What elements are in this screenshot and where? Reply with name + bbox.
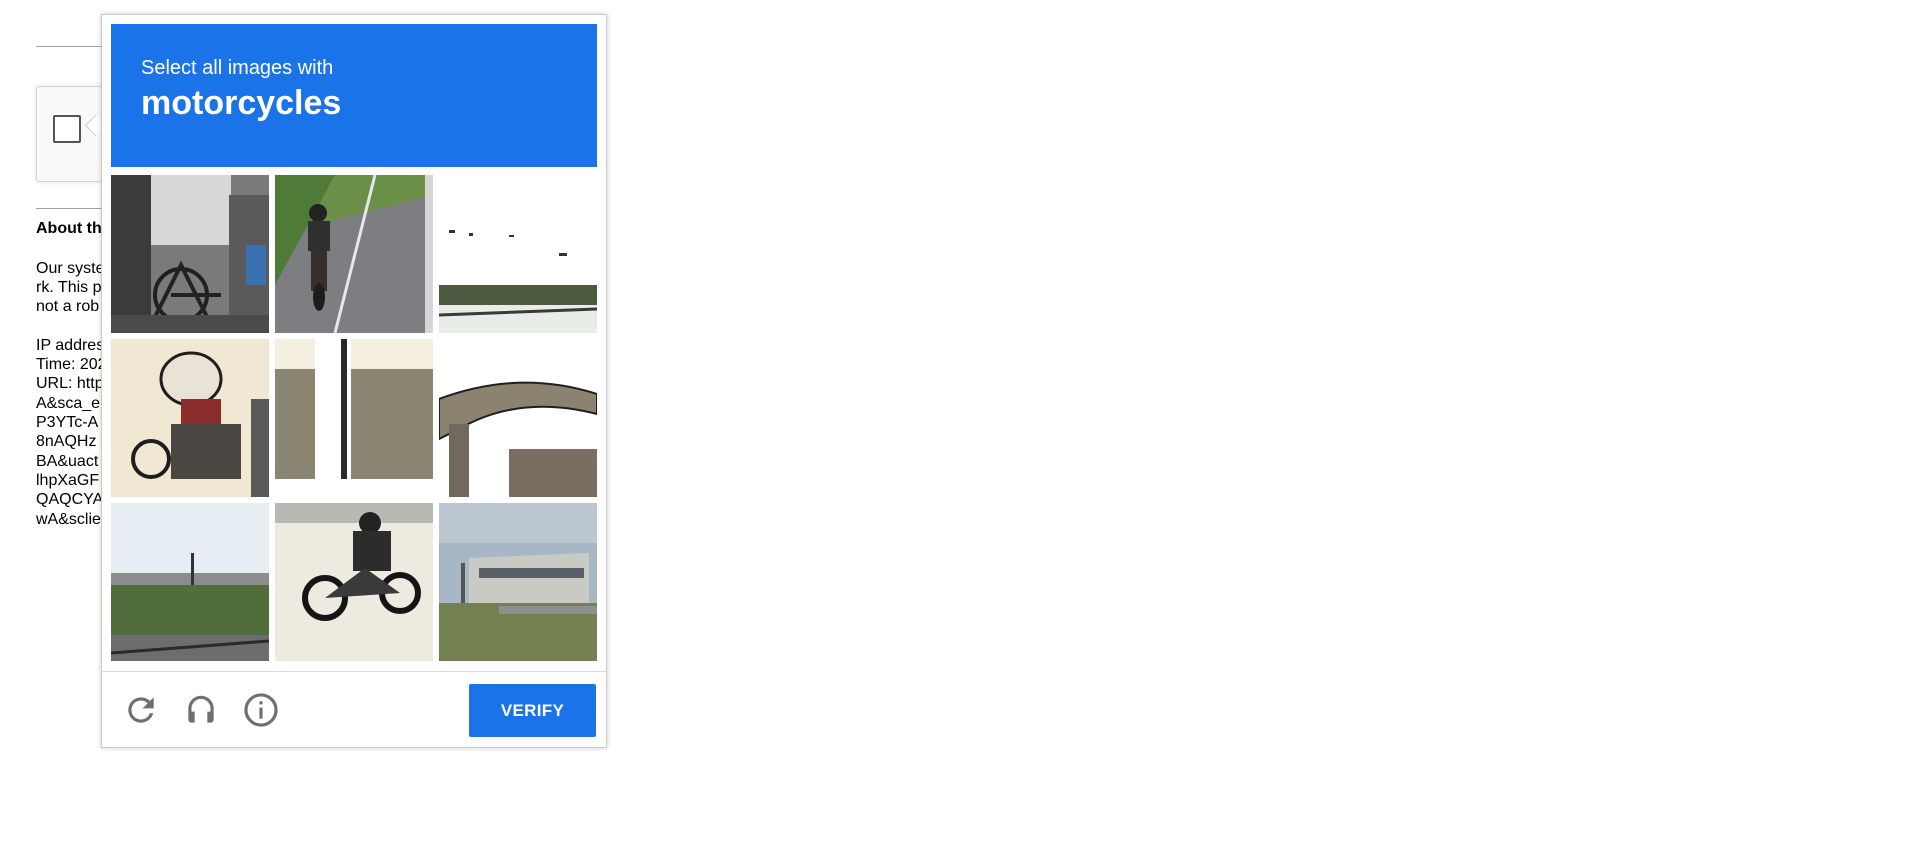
info-line: IP addres [36, 337, 105, 354]
recaptcha-checkbox[interactable] [53, 115, 81, 143]
image-tile[interactable] [275, 175, 433, 333]
image-challenge-dialog: Select all images with motorcycles VERIF… [101, 14, 607, 748]
tile-image [275, 503, 433, 661]
about-heading: About th [36, 220, 102, 237]
image-grid [111, 175, 597, 661]
paragraph-line: Our syste [36, 260, 105, 277]
info-line: wA&sclie [36, 511, 101, 528]
tile-image [275, 175, 433, 333]
verify-button[interactable]: VERIFY [469, 684, 596, 737]
challenge-header: Select all images with motorcycles [111, 24, 597, 167]
paragraph-line: not a rob [36, 298, 100, 315]
image-tile[interactable] [275, 503, 433, 661]
paragraph-line: rk. This p [36, 279, 102, 296]
reload-icon[interactable] [122, 691, 160, 729]
challenge-keyword: motorcycles [141, 84, 342, 122]
image-tile[interactable] [275, 339, 433, 497]
tile-image [439, 339, 597, 497]
tile-image [111, 503, 269, 661]
info-line: P3YTc-A [36, 414, 99, 431]
challenge-instruction: Select all images with [141, 57, 334, 79]
info-line: QAQCYA [36, 491, 104, 508]
image-tile[interactable] [439, 339, 597, 497]
image-tile[interactable] [439, 503, 597, 661]
tile-image [111, 175, 269, 333]
info-line: BA&uact [36, 453, 99, 470]
image-tile[interactable] [439, 175, 597, 333]
info-icon[interactable] [242, 691, 280, 729]
info-line: Time: 202 [36, 356, 107, 373]
image-tile[interactable] [111, 503, 269, 661]
challenge-footer: VERIFY [102, 672, 606, 747]
tile-image [439, 175, 597, 333]
tile-image [439, 503, 597, 661]
info-line: A&sca_e [36, 395, 101, 412]
image-tile[interactable] [111, 175, 269, 333]
info-line: 8nAQHz [36, 433, 97, 450]
headphones-icon[interactable] [182, 691, 220, 729]
image-tile[interactable] [111, 339, 269, 497]
info-line: URL: http [36, 375, 104, 392]
tile-image [111, 339, 269, 497]
tile-image [275, 339, 433, 497]
info-line: lhpXaGF [36, 472, 100, 489]
